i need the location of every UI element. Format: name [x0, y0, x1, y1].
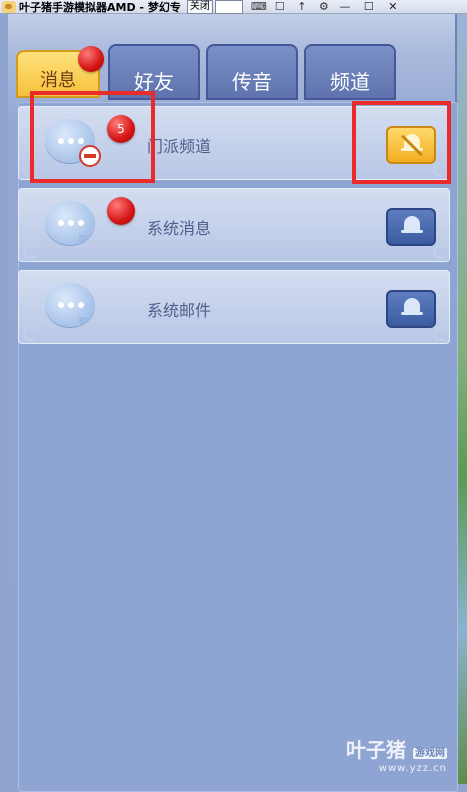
maximize-icon[interactable]: ☐: [359, 0, 379, 13]
swirl-decoration-icon: [23, 327, 37, 341]
highlight-box-bell: [352, 101, 451, 184]
app-logo-icon: [2, 0, 16, 13]
window-titlebar: 叶子猪手游模拟器AMD - 梦幻专 关闭 ⌨ ☐ ↑ ⚙ — ☐ ✕: [0, 0, 467, 14]
list-item-system-messages[interactable]: 系统消息: [18, 188, 450, 262]
title-input-field[interactable]: [214, 0, 243, 14]
tab-channel-label: 频道: [330, 70, 370, 94]
keyboard-icon[interactable]: ⌨: [251, 0, 267, 13]
close-text-button[interactable]: 关闭: [186, 0, 213, 14]
row-label-system-mail: 系统邮件: [147, 301, 212, 320]
close-icon[interactable]: ✕: [383, 0, 403, 13]
chat-bubble-icon: [45, 201, 95, 245]
tab-voice-label: 传音: [232, 70, 272, 94]
chat-icon[interactable]: ☐: [273, 0, 287, 13]
bell-icon: [401, 216, 423, 233]
watermark-logo: 叶子猪 游戏网 www.yzz.cn: [346, 734, 447, 774]
tab-messages-badge: [78, 46, 104, 72]
swirl-decoration-icon: [433, 245, 447, 259]
list-item-system-mail[interactable]: 系统邮件: [18, 270, 450, 344]
swirl-decoration-icon: [433, 327, 447, 341]
row-label-sect-channel: 门派频道: [147, 137, 212, 156]
row-label-system-messages: 系统消息: [147, 219, 212, 238]
minimize-icon[interactable]: —: [335, 0, 355, 13]
watermark-brand: 叶子猪: [346, 738, 407, 762]
swirl-decoration-icon: [23, 245, 37, 259]
tab-voice[interactable]: 传音: [206, 44, 298, 100]
tab-messages-label: 消息: [40, 70, 76, 91]
watermark-url: www.yzz.cn: [378, 763, 447, 774]
gear-icon[interactable]: ⚙: [317, 0, 331, 13]
chat-bubble-icon: [45, 283, 95, 327]
watermark-tag: 游戏网: [413, 748, 447, 759]
game-background-edge: [457, 14, 467, 784]
bell-button[interactable]: [386, 290, 436, 328]
window-title: 叶子猪手游模拟器AMD - 梦幻专: [19, 0, 181, 14]
pin-icon[interactable]: ↑: [295, 0, 309, 13]
bell-icon: [401, 298, 423, 315]
highlight-box-avatar: [30, 91, 155, 183]
unread-badge: [107, 197, 135, 225]
tab-channel[interactable]: 频道: [304, 44, 396, 100]
bell-button[interactable]: [386, 208, 436, 246]
